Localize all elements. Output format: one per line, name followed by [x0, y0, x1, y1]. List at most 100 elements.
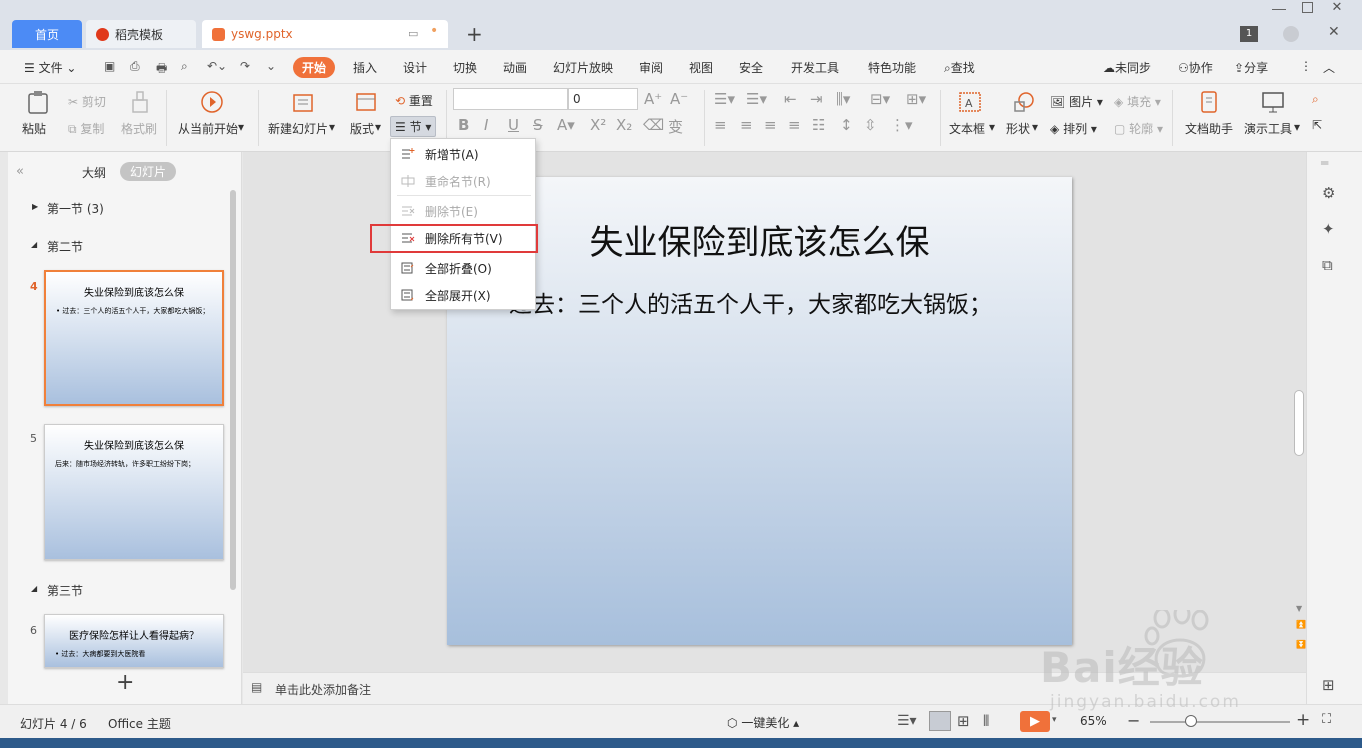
- tab-animation[interactable]: 动画: [503, 59, 527, 76]
- menu-item-expand-all[interactable]: 全部展开(X): [391, 282, 535, 308]
- copy-button[interactable]: ⧉ 复制: [68, 120, 104, 137]
- strikethrough-icon[interactable]: S: [533, 116, 543, 134]
- monitor-icon[interactable]: ▭: [408, 27, 418, 40]
- align-right-icon[interactable]: ≡: [764, 116, 777, 134]
- format-painter-label[interactable]: 格式刷: [121, 120, 157, 137]
- new-slide-dropdown-icon[interactable]: ▾: [329, 120, 335, 134]
- print-preview-icon[interactable]: ⎙: [130, 59, 140, 74]
- slide[interactable]: 失业保险到底该怎么保 过去：三个人的活五个人干，大家都吃大锅饭；: [447, 177, 1072, 645]
- maximize-icon[interactable]: [1302, 2, 1313, 13]
- para-spacing-icon[interactable]: ⇳: [864, 116, 877, 134]
- decrease-font-icon[interactable]: A⁻: [670, 90, 688, 108]
- tab-document[interactable]: yswg.pptx ▭ •: [202, 20, 448, 48]
- menu-item-collapse-all[interactable]: 全部折叠(O): [391, 255, 535, 281]
- present-tool-label[interactable]: 演示工具: [1244, 120, 1292, 137]
- layout-icon[interactable]: [354, 90, 378, 114]
- underline-icon[interactable]: U: [508, 116, 519, 134]
- sorter-view-icon[interactable]: ⊞: [957, 712, 970, 730]
- canvas-scrollbar[interactable]: [1294, 390, 1304, 456]
- beautify-button[interactable]: ⬡ 一键美化 ▴: [727, 714, 799, 731]
- more-spacing-icon[interactable]: ⋮▾: [890, 116, 913, 134]
- picture-button[interactable]: 🖼 图片 ▾: [1050, 93, 1103, 110]
- panel-scrollbar[interactable]: [230, 190, 236, 590]
- print-icon[interactable]: 🖶: [156, 59, 167, 80]
- expand-section-icon[interactable]: ▶: [32, 202, 38, 211]
- align-left-icon[interactable]: ≡: [714, 116, 727, 134]
- menu-item-rename-section[interactable]: 重命名节(R): [391, 168, 535, 194]
- section-1-label[interactable]: 第一节 (3): [47, 200, 104, 217]
- doc-helper-icon[interactable]: [1198, 90, 1222, 114]
- more-icon[interactable]: ⋮: [1300, 59, 1312, 73]
- textbox-label[interactable]: 文本框: [949, 120, 985, 137]
- window-count-badge[interactable]: 1: [1240, 26, 1258, 42]
- collapse-section-icon[interactable]: ◢: [31, 584, 37, 593]
- font-color-icon[interactable]: A▾: [557, 116, 575, 134]
- slide-thumbnail-5[interactable]: 失业保险到底该怎么保 后来：随市场经济转轨，许多职工纷纷下岗；: [44, 424, 224, 560]
- save-icon[interactable]: ▣: [104, 59, 115, 73]
- new-tab-plus-icon[interactable]: +: [466, 22, 483, 46]
- format-painter-icon[interactable]: [128, 90, 152, 114]
- layout-dropdown-icon[interactable]: ▾: [375, 120, 381, 134]
- normal-view-icon[interactable]: [929, 711, 951, 731]
- indent-decrease-icon[interactable]: ⇤: [784, 90, 797, 108]
- notes-toggle-icon[interactable]: ☰▾: [897, 713, 917, 729]
- tab-insert[interactable]: 插入: [353, 59, 377, 76]
- tab-view[interactable]: 视图: [689, 59, 713, 76]
- animation-icon[interactable]: ✦: [1322, 220, 1335, 238]
- search-button[interactable]: ⌕查找: [944, 59, 975, 76]
- increase-font-icon[interactable]: A⁺: [644, 90, 662, 108]
- select-icon[interactable]: ⇱: [1312, 118, 1322, 132]
- section-3-label[interactable]: 第三节: [47, 582, 83, 599]
- properties-icon[interactable]: ⚙: [1322, 184, 1335, 202]
- text-direction-icon[interactable]: ⊟▾: [870, 90, 890, 108]
- font-family-select[interactable]: [453, 88, 568, 110]
- avatar[interactable]: [1283, 26, 1299, 42]
- minimize-icon[interactable]: [1272, 2, 1286, 10]
- numbered-list-icon[interactable]: ☰▾: [746, 90, 767, 108]
- from-current-label[interactable]: 从当前开始: [178, 120, 238, 137]
- subscript-icon[interactable]: X₂: [616, 116, 632, 134]
- outline-button[interactable]: ▢ 轮廓 ▾: [1114, 120, 1163, 137]
- tab-transition[interactable]: 切换: [453, 59, 477, 76]
- notes-placeholder[interactable]: 单击此处添加备注: [275, 681, 371, 698]
- section-button[interactable]: ☰ 节 ▾: [390, 116, 437, 137]
- font-size-select[interactable]: 0: [568, 88, 638, 110]
- slide-thumbnail-6[interactable]: 医疗保险怎样让人看得起病？ • 过去：大病都要到大医院看: [44, 614, 224, 668]
- shape-dropdown-icon[interactable]: ▾: [1032, 120, 1038, 134]
- tab-review[interactable]: 审阅: [639, 59, 663, 76]
- columns-icon[interactable]: ⫼▾: [836, 90, 850, 108]
- tab-design[interactable]: 设计: [403, 59, 427, 76]
- paste-label[interactable]: 粘贴: [22, 120, 46, 137]
- find-replace-icon[interactable]: ⌕: [1312, 92, 1319, 107]
- new-slide-icon[interactable]: [291, 90, 315, 114]
- collapse-ribbon-icon[interactable]: ︿: [1323, 59, 1335, 76]
- redo-icon[interactable]: ↷: [240, 59, 250, 73]
- shape-icon[interactable]: [1012, 90, 1036, 114]
- tab-security[interactable]: 安全: [739, 59, 763, 76]
- collapse-section-icon[interactable]: ◢: [31, 240, 37, 249]
- bullet-list-icon[interactable]: ☰▾: [714, 90, 735, 108]
- tab-template[interactable]: 稻壳模板: [86, 20, 196, 48]
- collapse-panel-icon[interactable]: «: [16, 164, 24, 179]
- from-current-dropdown-icon[interactable]: ▾: [238, 120, 244, 134]
- tab-developer[interactable]: 开发工具: [791, 59, 839, 76]
- line-spacing-icon[interactable]: ↕: [840, 116, 853, 134]
- collab-button[interactable]: ⚇协作: [1178, 59, 1213, 76]
- window-close-icon[interactable]: ✕: [1330, 1, 1344, 16]
- section-2-label[interactable]: 第二节: [47, 238, 83, 255]
- paste-icon[interactable]: [26, 90, 50, 114]
- cut-button[interactable]: ✂ 剪切: [68, 93, 106, 110]
- tab-slides[interactable]: 幻灯片: [120, 162, 177, 181]
- menu-item-delete-section[interactable]: 删除节(E): [391, 198, 535, 224]
- present-tool-dropdown-icon[interactable]: ▾: [1294, 120, 1300, 134]
- fill-button[interactable]: ◈ 填充 ▾: [1114, 93, 1161, 110]
- shape-label[interactable]: 形状: [1006, 120, 1030, 137]
- preview-icon[interactable]: ⌕: [181, 59, 188, 74]
- file-menu[interactable]: ☰ 文件 ⌄: [24, 59, 76, 76]
- reading-view-icon[interactable]: ⫴: [983, 712, 989, 730]
- textbox-dropdown-icon[interactable]: ▾: [989, 120, 995, 134]
- customize-icon[interactable]: ⌄: [266, 59, 276, 73]
- presentation-tools-icon[interactable]: [1261, 90, 1285, 114]
- reset-button[interactable]: ⟲ 重置: [395, 92, 433, 109]
- distribute-icon[interactable]: ☷: [812, 116, 825, 134]
